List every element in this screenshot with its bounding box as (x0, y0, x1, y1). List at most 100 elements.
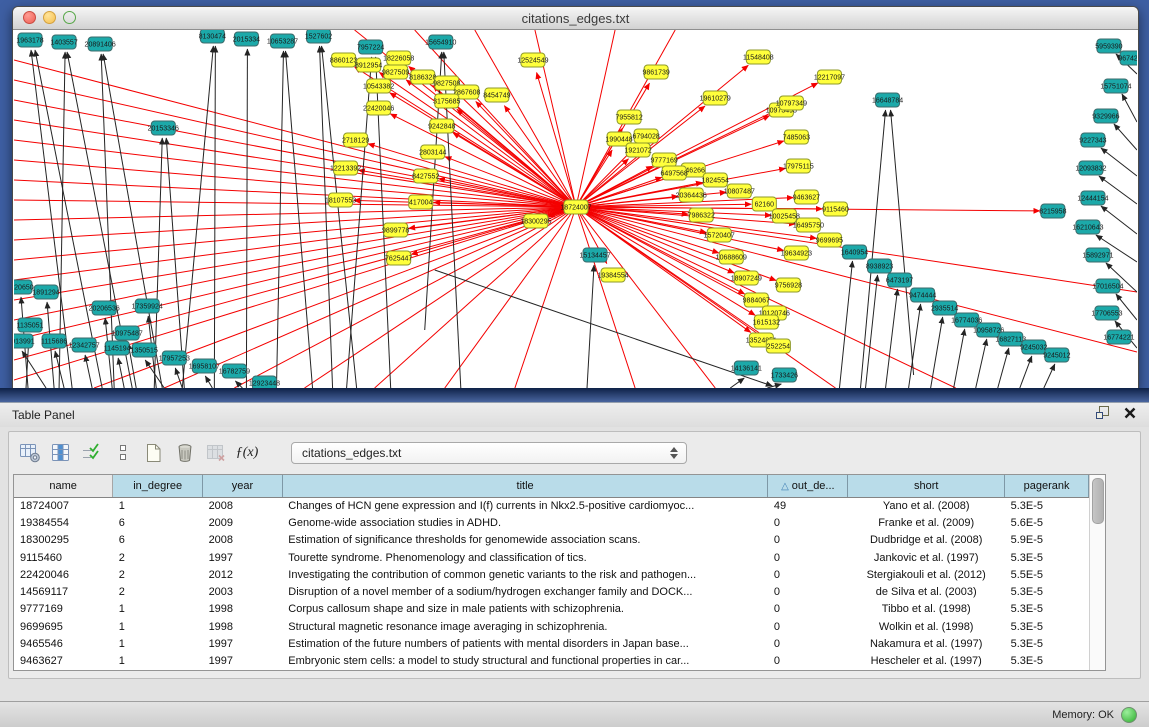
graph-edge-red[interactable] (14, 200, 576, 207)
graph-node[interactable]: 18907249 (731, 271, 762, 285)
graph-node[interactable]: 18724007 (560, 200, 591, 214)
graph-node[interactable]: 9227343 (1079, 133, 1106, 147)
table-row[interactable]: 1938455462009Genome-wide association stu… (14, 514, 1089, 531)
graph-node[interactable]: 2015334 (233, 32, 260, 46)
graph-node[interactable]: 10807487 (724, 184, 755, 198)
graph-edge-black[interactable] (1020, 356, 1032, 388)
graph-edge-red[interactable] (576, 207, 715, 388)
graph-node[interactable]: 1403557 (50, 35, 77, 49)
graph-edge-black[interactable] (866, 275, 878, 388)
graph-node[interactable]: 1891294 (32, 285, 59, 299)
graph-edge-black[interactable] (182, 46, 213, 388)
graph-node[interactable]: 10975487 (112, 326, 143, 340)
graph-node[interactable]: 10653287 (267, 34, 298, 48)
graph-node[interactable]: 10025458 (769, 209, 800, 223)
graph-edge-black[interactable] (954, 329, 965, 388)
graph-node[interactable]: 16958107 (189, 359, 220, 373)
graph-edge-black[interactable] (118, 358, 124, 388)
graph-edge-red[interactable] (445, 207, 576, 388)
graph-node[interactable]: 9861739 (642, 65, 669, 79)
graph-node[interactable]: 16782759 (219, 364, 250, 378)
graph-edge-black[interactable] (435, 270, 773, 386)
graph-node[interactable]: 14136141 (731, 361, 762, 375)
graph-node[interactable]: 15720407 (704, 228, 735, 242)
graph-node[interactable]: 1921072 (624, 143, 651, 157)
graph-edge-black[interactable] (1122, 94, 1137, 122)
graph-node[interactable]: 15134457 (579, 248, 610, 262)
graph-node[interactable]: 16648784 (872, 93, 903, 107)
graph-node[interactable]: 2803144 (419, 145, 446, 159)
graph-node[interactable]: 17016504 (1092, 279, 1123, 293)
column-header-name[interactable]: name (14, 475, 113, 497)
network-canvas[interactable]: 1872400788601238912954182260589827509818… (14, 30, 1137, 388)
graph-node[interactable]: 9463627 (793, 190, 820, 204)
graph-edge-red[interactable] (411, 207, 576, 254)
graph-edge-black[interactable] (587, 265, 594, 388)
graph-edge-black[interactable] (322, 46, 357, 388)
graph-node[interactable]: 18107553 (325, 193, 356, 207)
close-window-button[interactable] (23, 11, 36, 24)
minimize-window-button[interactable] (43, 11, 56, 24)
graph-node[interactable]: 18226058 (383, 51, 414, 65)
graph-node[interactable]: 8215958 (1039, 204, 1066, 218)
float-panel-icon[interactable] (1095, 405, 1111, 426)
graph-edge-black[interactable] (998, 348, 1009, 388)
table-row[interactable]: 977716911998Corpus callosum shape and si… (14, 601, 1089, 618)
graph-edge-black[interactable] (320, 46, 333, 388)
graph-edge-black[interactable] (205, 376, 212, 388)
graph-node[interactable]: 7625447 (385, 251, 412, 265)
graph-node[interactable]: 9756928 (775, 278, 802, 292)
graph-node[interactable]: 2718129 (342, 133, 369, 147)
graph-node[interactable]: 3175685 (433, 94, 460, 108)
graph-edge-black[interactable] (85, 355, 92, 388)
scrollbar-thumb[interactable] (1092, 478, 1104, 524)
graph-node[interactable]: 8130474 (199, 30, 226, 43)
graph-node[interactable]: 9245012 (1043, 348, 1070, 362)
graph-node[interactable]: 16495750 (793, 218, 824, 232)
graph-edge-red[interactable] (14, 207, 576, 360)
graph-node[interactable]: 9674210 (1118, 51, 1137, 65)
graph-node[interactable]: 10797349 (776, 96, 807, 110)
graph-node[interactable]: 10688609 (716, 250, 747, 264)
graph-node[interactable]: 1115686 (41, 334, 67, 348)
graph-edge-red[interactable] (457, 109, 576, 207)
graph-node[interactable]: 6794028 (632, 129, 659, 143)
graph-node[interactable]: 1733426 (771, 368, 798, 382)
column-header-pagerank[interactable]: pagerank (1005, 475, 1089, 497)
table-row[interactable]: 1456911722003Disruption of a novel membe… (14, 583, 1089, 600)
table-select-dropdown[interactable]: citations_edges.txt (291, 442, 687, 464)
graph-node[interactable]: 8938923 (866, 259, 893, 273)
graph-edge-black[interactable] (976, 339, 987, 388)
graph-node[interactable]: 1350515 (131, 343, 158, 357)
graph-edge-black[interactable] (1114, 124, 1137, 150)
graph-node[interactable]: 1527602 (305, 30, 332, 43)
graph-node[interactable]: 12213392 (330, 161, 361, 175)
graph-node[interactable]: 8860123 (330, 53, 357, 67)
graph-node[interactable]: 7986322 (688, 208, 715, 222)
graph-node[interactable]: 19610279 (700, 91, 731, 105)
table-row[interactable]: 946362711997Embryonic stem cells: a mode… (14, 653, 1089, 670)
window-titlebar[interactable]: citations_edges.txt (13, 7, 1138, 30)
graph-node[interactable]: 15892971 (1082, 248, 1113, 262)
graph-node[interactable]: 20364436 (676, 188, 707, 202)
graph-edge-red[interactable] (14, 207, 576, 340)
graph-node[interactable]: 20891406 (85, 37, 116, 51)
graph-node[interactable]: 16210643 (1072, 220, 1103, 234)
column-header-year[interactable]: year (203, 475, 283, 497)
select-rows-icon[interactable] (79, 440, 105, 466)
graph-edge-black[interactable] (891, 110, 914, 375)
graph-node[interactable]: 62160 (752, 197, 776, 211)
column-header-out-de-[interactable]: △out_de... (768, 475, 848, 497)
graph-edge-black[interactable] (175, 368, 182, 388)
graph-node[interactable]: 16774221 (1103, 330, 1134, 344)
graph-node[interactable]: 417004 (409, 195, 433, 209)
function-builder-icon[interactable]: ƒ(x) (234, 440, 260, 466)
graph-edge-black[interactable] (285, 51, 312, 388)
graph-edge-black[interactable] (1101, 206, 1137, 234)
graph-node[interactable]: 12923448 (249, 376, 280, 388)
delete-column-icon[interactable] (172, 440, 198, 466)
graph-node[interactable]: 12444154 (1077, 191, 1108, 205)
graph-node[interactable]: 10543382 (363, 79, 394, 93)
graph-node[interactable]: 7955812 (615, 110, 642, 124)
graph-node[interactable]: 8427552 (412, 169, 439, 183)
